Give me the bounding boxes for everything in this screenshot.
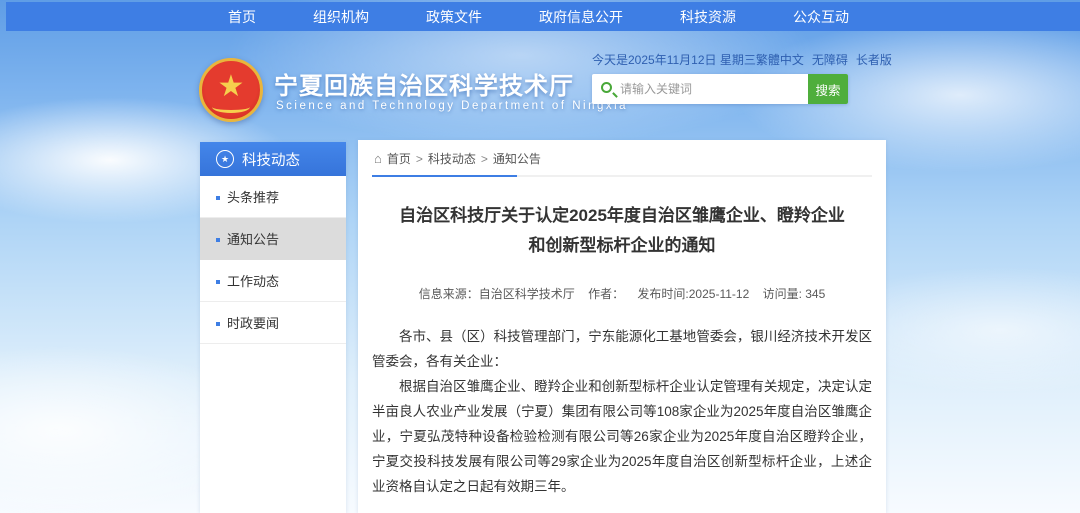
nav-item-policy[interactable]: 政策文件 xyxy=(426,7,482,27)
nav-item-organization[interactable]: 组织机构 xyxy=(313,7,369,27)
sidebar-item-current-politics[interactable]: 时政要闻 xyxy=(200,302,346,344)
sidebar-item-work-dynamics[interactable]: 工作动态 xyxy=(200,260,346,302)
sidebar-item-headline-recommend[interactable]: 头条推荐 xyxy=(200,176,346,218)
search-bar: 搜索 xyxy=(592,74,848,104)
bullet-icon xyxy=(216,196,220,200)
meta-source: 信息来源：自治区科学技术厅 xyxy=(419,287,575,301)
header-utility-row: 今天是2025年11月12日 星期三 繁體中文 无障碍 长者版 xyxy=(592,51,848,68)
nav-item-public-interaction[interactable]: 公众互动 xyxy=(793,7,849,27)
nav-item-tech-resources[interactable]: 科技资源 xyxy=(680,7,736,27)
circled-star-icon: ★ xyxy=(216,150,234,168)
article-body: 各市、县（区）科技管理部门，宁东能源化工基地管委会，银川经济技术开发区管委会，各… xyxy=(372,324,872,499)
search-icon xyxy=(601,82,612,93)
article-title: 自治区科技厅关于认定2025年度自治区雏鹰企业、瞪羚企业 和创新型标杆企业的通知 xyxy=(372,201,872,261)
emblem-star-icon: ★ xyxy=(218,72,245,102)
sidebar-item-notice-announcement[interactable]: 通知公告 xyxy=(200,218,346,260)
meta-visit-count: 访问量: 345 xyxy=(763,287,826,301)
national-emblem-logo: ★ xyxy=(199,58,263,122)
home-icon: ⌂ xyxy=(374,151,382,166)
nav-item-gov-info[interactable]: 政府信息公开 xyxy=(539,7,623,27)
article-paragraph: 各市、县（区）科技管理部门，宁东能源化工基地管委会，银川经济技术开发区管委会，各… xyxy=(372,324,872,374)
sidebar-header: ★ 科技动态 xyxy=(200,142,346,176)
search-input[interactable] xyxy=(620,74,806,104)
site-title-english: Science and Technology Department of Nin… xyxy=(276,100,628,112)
bullet-icon xyxy=(216,238,220,242)
breadcrumb: ⌂ 首页 > 科技动态 > 通知公告 xyxy=(372,140,872,177)
article-paragraph: 根据自治区雏鹰企业、瞪羚企业和创新型标杆企业认定管理有关规定，决定认定半亩良人农… xyxy=(372,374,872,499)
breadcrumb-home[interactable]: 首页 xyxy=(387,150,411,167)
emblem-wreath-arc xyxy=(212,101,250,113)
breadcrumb-tech-dynamics[interactable]: 科技动态 xyxy=(428,150,476,167)
current-date-text: 今天是2025年11月12日 星期三 xyxy=(592,51,756,68)
search-button[interactable]: 搜索 xyxy=(808,74,848,104)
sidebar-title: 科技动态 xyxy=(242,149,300,170)
article-meta: 信息来源：自治区科学技术厅 作者： 发布时间:2025-11-12 访问量: 3… xyxy=(372,285,872,302)
breadcrumb-separator: > xyxy=(481,152,488,166)
link-traditional-chinese[interactable]: 繁體中文 xyxy=(756,51,804,68)
breadcrumb-notice[interactable]: 通知公告 xyxy=(493,150,541,167)
bullet-icon xyxy=(216,322,220,326)
top-navigation: 首页 组织机构 政策文件 政府信息公开 科技资源 公众互动 xyxy=(6,2,1080,31)
site-title: 宁夏回族自治区科学技术厅 xyxy=(274,66,574,101)
link-accessibility[interactable]: 无障碍 xyxy=(812,51,848,68)
breadcrumb-separator: > xyxy=(416,152,423,166)
link-elder-version[interactable]: 长者版 xyxy=(856,51,892,68)
meta-publish-time: 发布时间:2025-11-12 xyxy=(637,287,749,301)
main-content-panel: ⌂ 首页 > 科技动态 > 通知公告 自治区科技厅关于认定2025年度自治区雏鹰… xyxy=(358,140,886,513)
nav-item-home[interactable]: 首页 xyxy=(228,7,256,27)
bullet-icon xyxy=(216,280,220,284)
sidebar: ★ 科技动态 头条推荐 通知公告 工作动态 时政要闻 xyxy=(200,142,346,513)
meta-author: 作者： xyxy=(588,287,624,301)
